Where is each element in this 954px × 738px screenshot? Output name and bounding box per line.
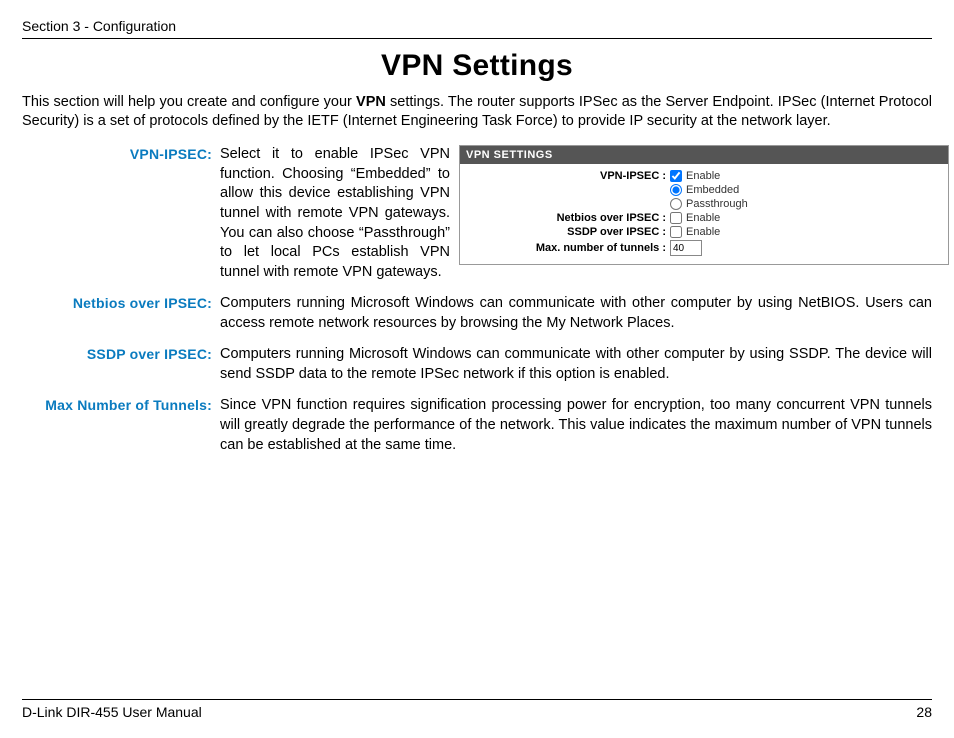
footer-left: D-Link DIR-455 User Manual	[22, 704, 202, 720]
vpn-ipsec-enable-checkbox[interactable]	[670, 170, 682, 182]
ssdp-enable-text: Enable	[686, 226, 720, 238]
intro-pre: This section will help you create and co…	[22, 94, 356, 110]
panel-ssdp-label: SSDP over IPSEC :	[466, 226, 670, 238]
intro-paragraph: This section will help you create and co…	[22, 93, 932, 131]
top-rule	[22, 38, 932, 39]
panel-maxtun-label: Max. number of tunnels :	[466, 242, 670, 254]
def-vpn-ipsec-label: VPN-IPSEC:	[22, 145, 220, 282]
page-title: VPN Settings	[22, 49, 932, 83]
def-netbios-label: Netbios over IPSEC:	[22, 294, 220, 333]
netbios-enable-checkbox[interactable]	[670, 212, 682, 224]
bottom-rule	[22, 699, 932, 700]
vpn-mode-embedded-text: Embedded	[686, 184, 739, 196]
maxtun-input[interactable]	[670, 240, 702, 256]
vpn-mode-embedded-radio[interactable]	[670, 184, 682, 196]
ssdp-enable-checkbox[interactable]	[670, 226, 682, 238]
vpn-mode-passthrough-radio[interactable]	[670, 198, 682, 210]
panel-vpn-ipsec-label: VPN-IPSEC :	[466, 170, 670, 182]
def-ssdp-label: SSDP over IPSEC:	[22, 345, 220, 384]
netbios-enable-text: Enable	[686, 212, 720, 224]
def-maxtun-text: Since VPN function requires significatio…	[220, 396, 932, 455]
def-vpn-ipsec-text: Select it to enable IPSec VPN function. …	[220, 145, 450, 282]
vpn-settings-panel: VPN SETTINGS VPN-IPSEC : Enable Embedded	[459, 145, 949, 265]
page-footer: D-Link DIR-455 User Manual 28	[22, 699, 932, 720]
def-maxtun-label: Max Number of Tunnels:	[22, 396, 220, 455]
panel-body: VPN-IPSEC : Enable Embedded	[460, 164, 948, 264]
panel-title: VPN SETTINGS	[460, 146, 948, 164]
vpn-ipsec-enable-text: Enable	[686, 170, 720, 182]
footer-page-number: 28	[916, 704, 932, 720]
panel-netbios-label: Netbios over IPSEC :	[466, 212, 670, 224]
intro-bold: VPN	[356, 94, 386, 110]
def-ssdp-text: Computers running Microsoft Windows can …	[220, 345, 932, 384]
def-netbios-text: Computers running Microsoft Windows can …	[220, 294, 932, 333]
section-header: Section 3 - Configuration	[22, 18, 932, 34]
vpn-mode-passthrough-text: Passthrough	[686, 198, 748, 210]
